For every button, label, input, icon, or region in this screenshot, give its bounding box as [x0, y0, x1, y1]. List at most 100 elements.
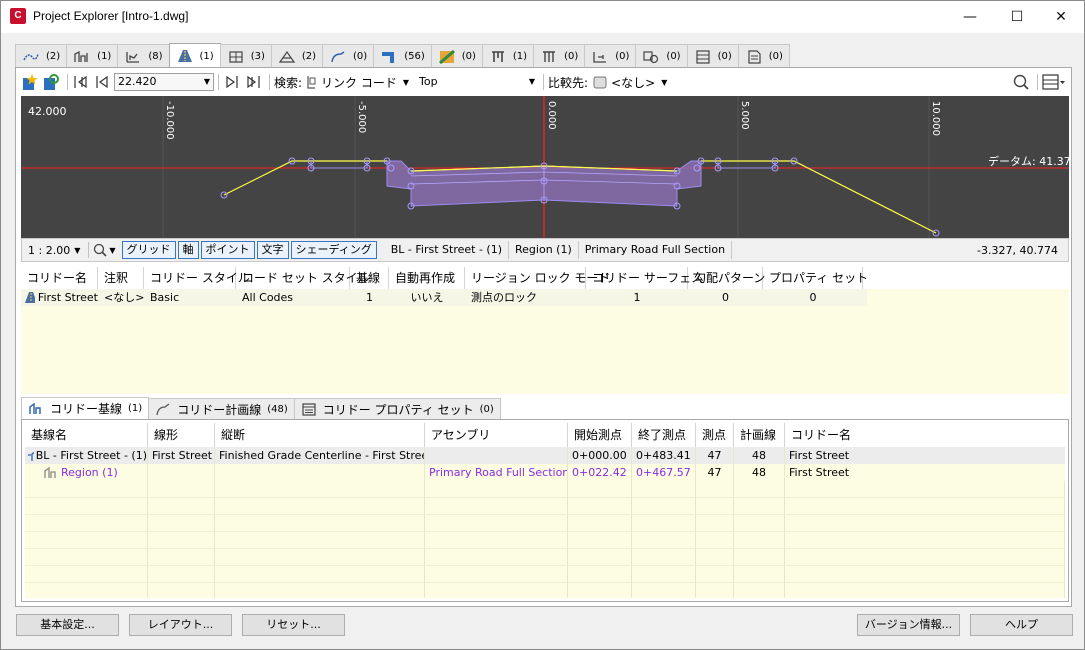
column-header[interactable]: 測点: [696, 423, 734, 447]
column-header[interactable]: 縦断: [215, 423, 425, 447]
chevron-down-icon[interactable]: ▼: [74, 246, 80, 255]
tab-sections[interactable]: (0): [584, 44, 637, 68]
scale-dropdown[interactable]: 1 : 2.00: [22, 244, 74, 257]
maximize-button[interactable]: ☐: [994, 1, 1040, 33]
start-station: 0+000.00: [568, 447, 632, 464]
tab-corridors[interactable]: (1): [168, 43, 221, 68]
column-header[interactable]: 線形: [148, 423, 215, 447]
tab-parcels[interactable]: (0): [430, 44, 483, 68]
toggle-text-button[interactable]: 文字: [256, 241, 289, 259]
toggle-grid-button[interactable]: グリッド: [121, 241, 176, 259]
minimize-button[interactable]: —: [947, 1, 993, 33]
search-value-combo[interactable]: Top ▼: [415, 73, 540, 91]
section-view-graph[interactable]: -10.000 -5.000 0.000 5.000 10.000 42.000…: [21, 96, 1069, 238]
tab-tables[interactable]: (0): [686, 44, 739, 68]
table-row[interactable]: First Street <なし> Basic All Codes 1 いいえ …: [21, 289, 867, 306]
previous-station-icon[interactable]: [93, 73, 111, 91]
tab-corridor-baselines[interactable]: コリドー基線 (1): [21, 397, 150, 419]
view-options-icon[interactable]: [1042, 73, 1066, 91]
column-header[interactable]: コリドー サーフェス: [586, 267, 703, 289]
graph-status-bar: 1 : 2.00 ▼ ▼ グリッド 軸 ポイント 文字 シェーディング BL -…: [21, 238, 1069, 262]
tab-sample-lines[interactable]: (0): [533, 44, 586, 68]
civil3d-app-icon: C: [10, 8, 26, 24]
tab-corridor-property-sets[interactable]: コリドー プロパティ セット (0): [293, 398, 501, 419]
tab-alignments[interactable]: (2): [15, 44, 68, 68]
last-station-icon[interactable]: [244, 73, 262, 91]
column-header[interactable]: コード セット スタイル: [236, 267, 370, 289]
tab-surfaces[interactable]: (2): [270, 44, 324, 68]
version-info-button[interactable]: バージョン情報...: [857, 614, 960, 636]
column-header[interactable]: 終了測点: [632, 423, 696, 447]
station-count: 47: [696, 447, 734, 464]
status-coordinates: -3.327, 40.774: [977, 243, 1058, 257]
tab-profile-views[interactable]: (8): [117, 44, 170, 68]
reset-button[interactable]: リセット...: [242, 614, 345, 636]
compare-value-dropdown[interactable]: <なし>: [611, 74, 655, 91]
search-type-dropdown[interactable]: リンク コード: [321, 74, 397, 91]
settings-button[interactable]: 基本設定...: [16, 614, 119, 636]
station-combo[interactable]: 22.420 ▼: [114, 73, 214, 91]
empty-row: [25, 515, 1065, 532]
empty-cell: [148, 481, 215, 497]
chevron-down-icon[interactable]: ▼: [403, 78, 409, 87]
toggle-shading-button[interactable]: シェーディング: [290, 241, 377, 259]
next-station-icon[interactable]: [223, 73, 241, 91]
table-row[interactable]: Region (1) Primary Road Full Section 0+0…: [25, 464, 1065, 481]
column-header[interactable]: 勾配パターン: [688, 267, 765, 289]
tab-profiles[interactable]: (1): [66, 44, 119, 68]
column-header[interactable]: 自動再作成: [389, 267, 465, 289]
column-header[interactable]: コリドー スタイル: [144, 267, 250, 289]
column-header[interactable]: コリドー名: [21, 267, 98, 289]
empty-cell: [568, 549, 632, 565]
toggle-axis-button[interactable]: 軸: [177, 241, 199, 259]
help-button[interactable]: ヘルプ: [970, 614, 1073, 636]
chevron-down-icon[interactable]: ▼: [661, 78, 667, 87]
chevron-down-icon: ▼: [528, 77, 536, 86]
tab-count: (2): [46, 51, 61, 62]
empty-cell: [734, 583, 785, 598]
refresh-bookmark-icon[interactable]: [42, 73, 60, 91]
column-header[interactable]: リージョン ロック モード: [465, 267, 610, 289]
column-header[interactable]: 基線名: [25, 423, 148, 447]
column-header[interactable]: 注釈: [98, 267, 144, 289]
tab-count: (0): [353, 51, 368, 62]
column-header[interactable]: コリドー名: [785, 423, 1065, 447]
datum-label: データム: 41.376: [988, 154, 1069, 168]
sample-line-icon: [543, 50, 556, 62]
empty-cell: [148, 549, 215, 565]
feature-line-count: 48: [734, 447, 785, 464]
tab-intersections[interactable]: (0): [635, 44, 688, 68]
tab-corridor-feature-lines[interactable]: コリドー計画線 (48): [148, 398, 295, 419]
column-header[interactable]: 開始測点: [568, 423, 632, 447]
tab-assemblies[interactable]: (3): [219, 44, 272, 68]
toggle-points-button[interactable]: ポイント: [200, 241, 255, 259]
empty-cell: [215, 498, 425, 514]
column-header[interactable]: 基線: [350, 267, 389, 289]
sheet-icon: [748, 49, 761, 64]
column-header[interactable]: アセンブリ: [425, 423, 568, 447]
empty-cell: [568, 515, 632, 531]
star-bookmark-icon[interactable]: [21, 73, 39, 91]
close-button[interactable]: ✕: [1038, 1, 1084, 33]
first-station-icon[interactable]: [72, 73, 90, 91]
empty-cell: [632, 583, 696, 598]
empty-cell: [632, 566, 696, 582]
tab-pipe-networks[interactable]: (56): [373, 44, 432, 68]
table-icon: [695, 49, 710, 64]
pressure-network-icon: [491, 50, 504, 62]
layout-button[interactable]: レイアウト...: [129, 614, 232, 636]
empty-cell: [568, 532, 632, 548]
tab-sheets[interactable]: (0): [737, 44, 790, 68]
left-sidewalk: [310, 161, 388, 169]
tab-pressure-networks[interactable]: (1): [481, 44, 535, 68]
zoom-icon[interactable]: [93, 243, 107, 257]
column-header[interactable]: 計画線: [734, 423, 785, 447]
chevron-down-icon[interactable]: ▼: [109, 246, 115, 255]
table-row[interactable]: BL - First Street - (1) First Street Fin…: [25, 447, 1065, 464]
empty-cell: [734, 498, 785, 514]
zoom-search-icon[interactable]: [1012, 73, 1030, 91]
tab-feature-lines[interactable]: (0): [322, 44, 375, 68]
column-header[interactable]: プロパティ セット: [763, 267, 868, 289]
search-label: 検索:: [274, 75, 303, 90]
property-set-icon: [302, 402, 316, 416]
